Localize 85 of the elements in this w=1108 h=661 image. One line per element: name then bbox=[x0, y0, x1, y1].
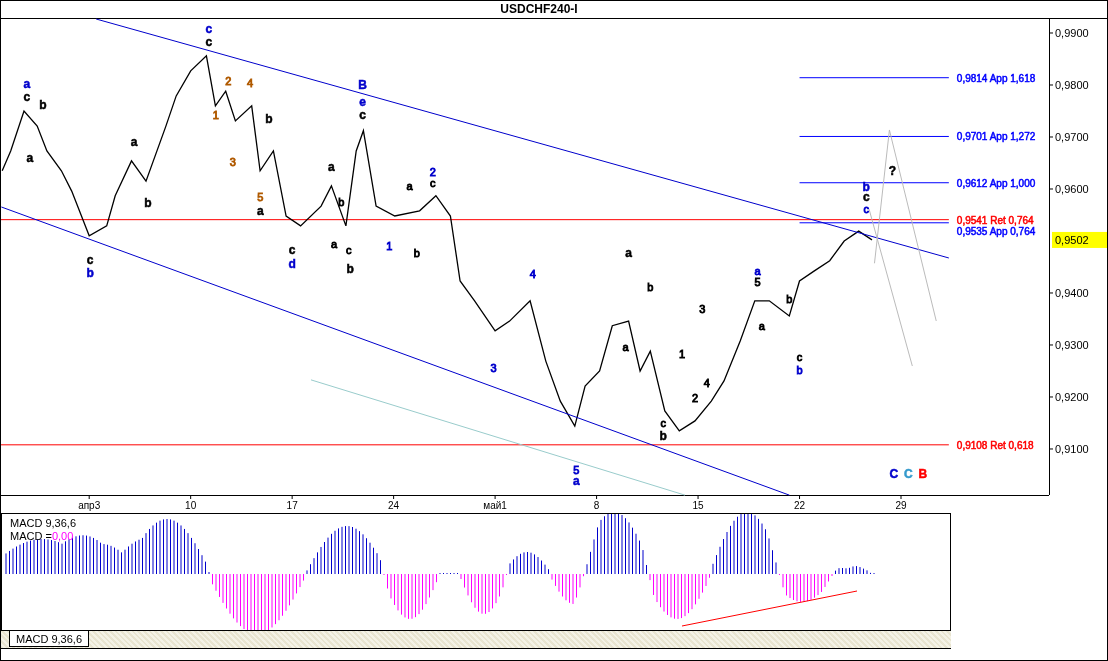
wave-label: ? bbox=[888, 163, 896, 178]
wave-label: B bbox=[358, 78, 367, 92]
wave-label: C bbox=[889, 466, 899, 481]
wave-label: c bbox=[796, 350, 803, 363]
date-label: май1 bbox=[483, 500, 507, 511]
indicator-value: MACD =0,00 bbox=[10, 530, 75, 543]
wave-label: 1 bbox=[386, 240, 393, 253]
wave-label: 5 bbox=[573, 463, 580, 476]
wave-label: c bbox=[430, 176, 436, 189]
level-label: 0,9541 Ret 0,764 bbox=[956, 214, 1034, 226]
wave-label: a bbox=[572, 474, 580, 489]
date-label: 10 bbox=[185, 500, 197, 511]
wave-label: b bbox=[86, 266, 94, 281]
price-axis-label: 0,9600 bbox=[1055, 183, 1089, 195]
date-label: 29 bbox=[895, 500, 907, 511]
wave-label: c bbox=[205, 21, 213, 36]
level-label: 0,9108 Ret 0,618 bbox=[956, 439, 1034, 451]
wave-label: a bbox=[331, 238, 338, 251]
date-label: 8 bbox=[593, 500, 600, 511]
wave-label: b bbox=[796, 363, 803, 376]
wave-label: 5 bbox=[754, 276, 761, 289]
price-axis-label: 0,9300 bbox=[1055, 339, 1089, 351]
wave-label: c bbox=[345, 243, 352, 256]
wave-label: C bbox=[903, 466, 913, 481]
wave-label: 4 bbox=[529, 267, 536, 280]
date-label: 17 bbox=[286, 500, 298, 511]
wave-label: c bbox=[359, 108, 366, 123]
wave-label: d bbox=[288, 256, 296, 271]
chart-title: USDCHF240-I bbox=[500, 1, 578, 18]
wave-label: c bbox=[205, 34, 213, 49]
level-label: 0,9814 App 1,618 bbox=[956, 72, 1036, 84]
date-label: апр3 bbox=[78, 500, 101, 511]
level-label: 0,9535 App 0,764 bbox=[956, 225, 1036, 237]
wave-label: 2 bbox=[429, 165, 436, 178]
wave-label: a bbox=[26, 150, 34, 165]
wave-label: c bbox=[863, 202, 869, 215]
wave-label: c bbox=[23, 89, 31, 104]
wave-label: a bbox=[758, 319, 765, 332]
wave-label: 2 bbox=[225, 74, 232, 87]
wave-label: a bbox=[625, 245, 632, 260]
current-price-tag: 0,9502 bbox=[1052, 231, 1107, 248]
price-axis-label: 0,9900 bbox=[1055, 27, 1089, 39]
wave-label: c bbox=[86, 253, 94, 268]
wave-label: B bbox=[918, 466, 928, 481]
wave-label: b bbox=[346, 262, 354, 277]
wave-label: a bbox=[130, 135, 138, 150]
level-label: 0,9612 App 1,000 bbox=[956, 177, 1036, 189]
wave-label: a bbox=[256, 203, 264, 218]
level-label: 0,9701 App 1,272 bbox=[956, 131, 1036, 143]
wave-label: b bbox=[647, 280, 654, 293]
wave-label: b bbox=[786, 293, 793, 306]
price-axis-label: 0,9700 bbox=[1055, 131, 1089, 143]
wave-label: 5 bbox=[257, 190, 264, 203]
wave-label: 3 bbox=[229, 155, 236, 168]
price-axis-label: 0,9400 bbox=[1055, 287, 1089, 299]
wave-label: e bbox=[359, 95, 366, 110]
price-axis-label: 0,9100 bbox=[1055, 443, 1089, 455]
wave-label: b bbox=[659, 429, 667, 443]
wave-label: 1 bbox=[679, 347, 686, 360]
date-label: 24 bbox=[388, 500, 400, 511]
wave-label: b bbox=[39, 97, 47, 112]
wave-label: c bbox=[288, 242, 296, 257]
indicator-tab[interactable]: MACD 9,36,6 bbox=[9, 631, 90, 647]
wave-label: 3 bbox=[699, 303, 706, 316]
wave-label: 3 bbox=[490, 361, 497, 374]
wave-label: a bbox=[406, 179, 413, 192]
wave-label: b bbox=[144, 196, 152, 210]
date-label: 22 bbox=[793, 500, 806, 511]
wave-label: b bbox=[413, 246, 420, 259]
wave-label: b bbox=[338, 196, 345, 208]
wave-label: 4 bbox=[247, 77, 254, 90]
wave-label: a bbox=[754, 265, 761, 278]
price-axis-label: 0,9200 bbox=[1055, 391, 1089, 403]
wave-label: c bbox=[660, 417, 666, 429]
wave-label: b bbox=[265, 111, 273, 126]
price-axis-label: 0,9800 bbox=[1055, 79, 1089, 91]
wave-label: 2 bbox=[692, 392, 699, 404]
wave-label: b bbox=[862, 179, 870, 194]
wave-label: 4 bbox=[703, 376, 710, 389]
wave-label: 1 bbox=[212, 109, 219, 122]
wave-label: a bbox=[327, 160, 335, 175]
wave-label: a bbox=[622, 341, 629, 354]
indicator-name: MACD 9,36,6 bbox=[10, 517, 77, 530]
wave-label: a bbox=[23, 76, 31, 91]
date-label: 15 bbox=[692, 500, 704, 511]
